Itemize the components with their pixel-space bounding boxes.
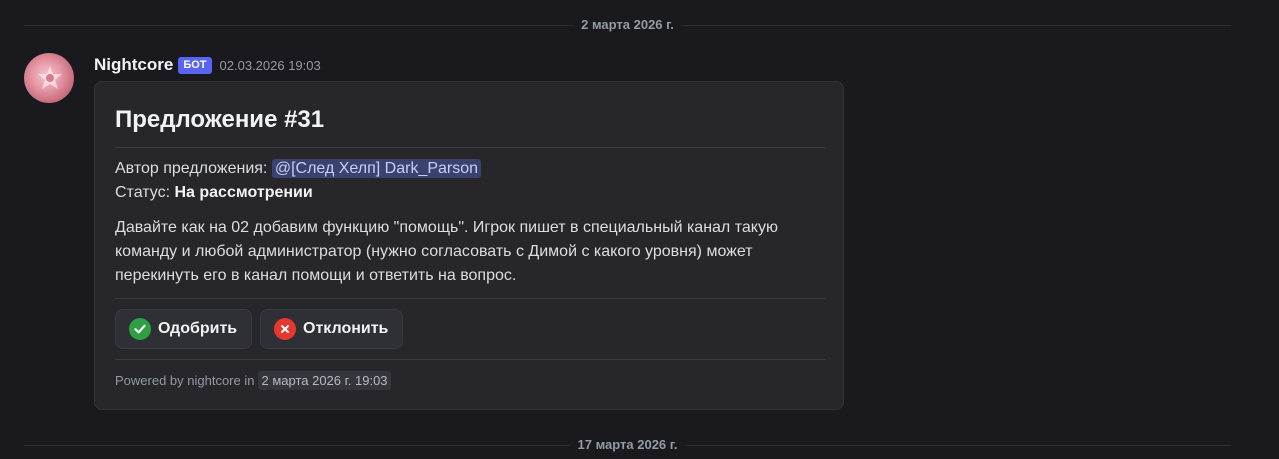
bot-badge: БОТ bbox=[178, 56, 212, 74]
star-avatar-icon bbox=[38, 66, 62, 89]
approve-button[interactable]: Одобрить bbox=[115, 309, 253, 349]
footer-text: Powered by nightcore in bbox=[115, 373, 255, 388]
message-timestamp[interactable]: 02.03.2026 19:03 bbox=[220, 58, 321, 73]
reject-button[interactable]: Отклонить bbox=[260, 309, 404, 349]
check-icon bbox=[129, 318, 151, 340]
author-mention[interactable]: @[След Хелп] Dark_Parson bbox=[271, 159, 482, 178]
author-field: Автор предложения: @[След Хелп] Dark_Par… bbox=[115, 159, 482, 178]
embed-title: Предложение #31 bbox=[115, 106, 325, 133]
status-field: Статус: На рассмотрении bbox=[115, 184, 313, 202]
date-divider: 2 марта 2026 г. bbox=[24, 17, 1231, 32]
status-value: На рассмотрении bbox=[174, 184, 313, 201]
footer-timestamp[interactable]: 2 марта 2026 г. 19:03 bbox=[258, 371, 391, 390]
date-divider-label: 17 марта 2026 г. bbox=[569, 437, 686, 452]
author-label: Автор предложения: bbox=[115, 160, 268, 177]
date-divider: 17 марта 2026 г. bbox=[24, 437, 1231, 452]
x-icon bbox=[274, 318, 296, 340]
embed-separator bbox=[115, 359, 825, 360]
avatar[interactable] bbox=[24, 53, 74, 103]
embed-footer: Powered by nightcore in 2 марта 2026 г. … bbox=[115, 371, 391, 390]
embed-description: Давайте как на 02 добавим функцию "помощ… bbox=[115, 219, 778, 284]
embed-card: Предложение #31 Автор предложения: @[Сле… bbox=[94, 81, 844, 410]
username[interactable]: Nightcore bbox=[94, 55, 173, 75]
embed-separator bbox=[115, 147, 825, 148]
approve-button-label: Одобрить bbox=[158, 320, 238, 337]
message-header: Nightcore БОТ 02.03.2026 19:03 bbox=[94, 54, 321, 76]
status-label: Статус: bbox=[115, 184, 171, 201]
reject-button-label: Отклонить bbox=[303, 320, 389, 337]
embed-separator bbox=[115, 298, 825, 299]
date-divider-label: 2 марта 2026 г. bbox=[573, 17, 682, 32]
